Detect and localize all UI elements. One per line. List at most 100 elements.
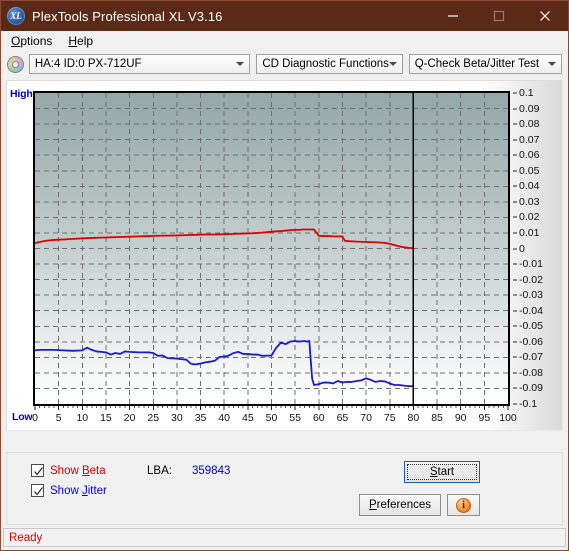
y-tick-mark — [513, 248, 517, 249]
controls-panel: Show Beta Show Jitter LBA: 359843 Start … — [6, 452, 563, 525]
y-tick-mark — [513, 139, 517, 141]
y-tick-mark — [513, 403, 517, 405]
y-tick-label: 0.1 — [519, 87, 534, 99]
y-tick-mark — [513, 232, 517, 234]
y-tick-label: -0.05 — [519, 320, 543, 333]
menu-help-rest: elp — [77, 34, 94, 48]
plot-area[interactable] — [33, 91, 510, 406]
x-tick-label: 25 — [147, 412, 160, 424]
x-tick-label: 10 — [76, 412, 89, 424]
y-tick-mark — [513, 216, 517, 218]
lba-value: 359843 — [192, 465, 231, 477]
x-tick-label: 90 — [454, 412, 467, 424]
x-tick-label: 35 — [194, 412, 207, 424]
disc-icon — [7, 55, 24, 73]
y-tick-label: 0.03 — [519, 195, 540, 208]
minimize-icon[interactable] — [430, 1, 476, 31]
y-tick-mark — [513, 356, 517, 358]
x-tick-label: 55 — [289, 412, 301, 424]
application-window: XL PlexTools Professional XL V3.16 Optio… — [0, 0, 569, 551]
menu-options-accel: O — [11, 34, 21, 48]
x-tick-label: 45 — [242, 412, 254, 424]
x-tick-label: 95 — [478, 412, 491, 424]
y-tick-label: -0.07 — [519, 351, 543, 364]
chevron-down-icon — [548, 62, 556, 66]
y-tick-mark — [513, 310, 517, 312]
y-tick-mark — [513, 154, 517, 156]
x-tick-label: 30 — [171, 412, 183, 424]
y-tick-label: -0.08 — [519, 366, 543, 379]
prefs-accel: P — [368, 499, 377, 511]
status-bar: Ready — [3, 528, 566, 547]
menu-item-help[interactable]: Help — [62, 32, 101, 50]
focus-ring — [407, 464, 477, 480]
x-tick-label: 50 — [265, 412, 278, 424]
window-controls — [430, 1, 568, 31]
y-tick-mark — [513, 294, 517, 296]
test-select[interactable]: Q-Check Beta/Jitter Test — [408, 54, 562, 74]
function-select[interactable]: CD Diagnostic Functions — [256, 54, 403, 74]
axis-high-label: High — [10, 88, 33, 100]
y-tick-mark — [513, 108, 517, 110]
info-icon: i — [456, 497, 471, 513]
y-tick-label: 0.05 — [519, 164, 540, 177]
x-tick-label: 75 — [383, 412, 396, 424]
window-title: PlexTools Professional XL V3.16 — [32, 8, 223, 24]
start-button[interactable]: Start — [404, 461, 480, 483]
y-tick-label: 0.06 — [519, 149, 540, 162]
x-tick-label: 15 — [100, 412, 112, 424]
plot-svg — [35, 93, 508, 404]
x-tick-label: 80 — [407, 412, 420, 424]
show-jitter-checkbox[interactable] — [31, 484, 44, 497]
x-tick-label: 85 — [431, 412, 443, 424]
x-tick-label: 70 — [360, 412, 372, 424]
maximize-icon[interactable] — [476, 1, 522, 31]
y-tick-label: -0.01 — [519, 258, 543, 271]
app-logo-icon: XL — [7, 7, 25, 25]
title-bar: XL PlexTools Professional XL V3.16 — [1, 1, 568, 31]
y-tick-mark — [513, 279, 517, 281]
close-icon[interactable] — [522, 1, 568, 31]
y-tick-label: 0.01 — [519, 226, 540, 239]
y-tick-label: 0.08 — [519, 118, 540, 131]
check-icon — [34, 487, 43, 496]
y-tick-label: 0.09 — [519, 102, 540, 115]
status-text: Ready — [9, 531, 43, 544]
y-tick-label: -0.04 — [519, 304, 543, 317]
function-select-value: CD Diagnostic Functions — [262, 58, 389, 70]
y-tick-label: -0.02 — [519, 273, 543, 286]
selection-toolbar: HA:4 ID:0 PX-712UF CD Diagnostic Functio… — [1, 51, 568, 77]
chevron-down-icon — [388, 62, 397, 66]
x-axis-labels: 0 5 10 15 20 25 30 35 40 45 50 55 60 65 70 75 80 85 90 95 10… — [7, 412, 562, 428]
menu-item-options[interactable]: Options — [5, 32, 60, 50]
menu-help-accel: H — [68, 34, 78, 48]
test-select-value: Q-Check Beta/Jitter Test — [414, 58, 540, 70]
preferences-button-label: Preferences — [368, 499, 431, 511]
y-tick-label: -0.06 — [519, 335, 543, 348]
x-tick-label: 5 — [55, 412, 62, 424]
x-tick-label: 60 — [312, 412, 325, 424]
x-tick-label: 0 — [32, 412, 38, 424]
preferences-button[interactable]: Preferences — [359, 494, 441, 516]
y-tick-mark — [513, 341, 517, 343]
show-beta-accel: B — [81, 464, 90, 477]
chart-panel: High Low 0 5 10 15 20 25 30 35 40 45 50 55 60 65 70 75 8… — [6, 80, 563, 431]
y-tick-mark — [513, 170, 517, 172]
info-button[interactable]: i — [447, 494, 480, 516]
drive-select[interactable]: HA:4 ID:0 PX-712UF — [28, 54, 251, 74]
y-tick-mark — [513, 123, 517, 125]
show-jitter-label: Show Jitter — [50, 484, 107, 497]
y-tick-label: 0.04 — [519, 180, 540, 193]
chevron-down-icon — [236, 62, 245, 66]
y-tick-label: 0 — [519, 242, 525, 255]
y-tick-mark — [513, 92, 517, 94]
lba-label: LBA: — [147, 465, 172, 477]
y-tick-label: -0.1 — [519, 398, 538, 410]
x-tick-label: 20 — [123, 412, 136, 424]
y-tick-label: 0.07 — [519, 133, 540, 146]
show-jitter-checkbox-row[interactable]: Show Jitter — [31, 484, 107, 497]
y-tick-mark — [513, 325, 517, 327]
show-beta-checkbox-row[interactable]: Show Beta — [31, 464, 106, 477]
show-beta-checkbox[interactable] — [31, 464, 44, 477]
y-tick-mark — [513, 263, 517, 265]
